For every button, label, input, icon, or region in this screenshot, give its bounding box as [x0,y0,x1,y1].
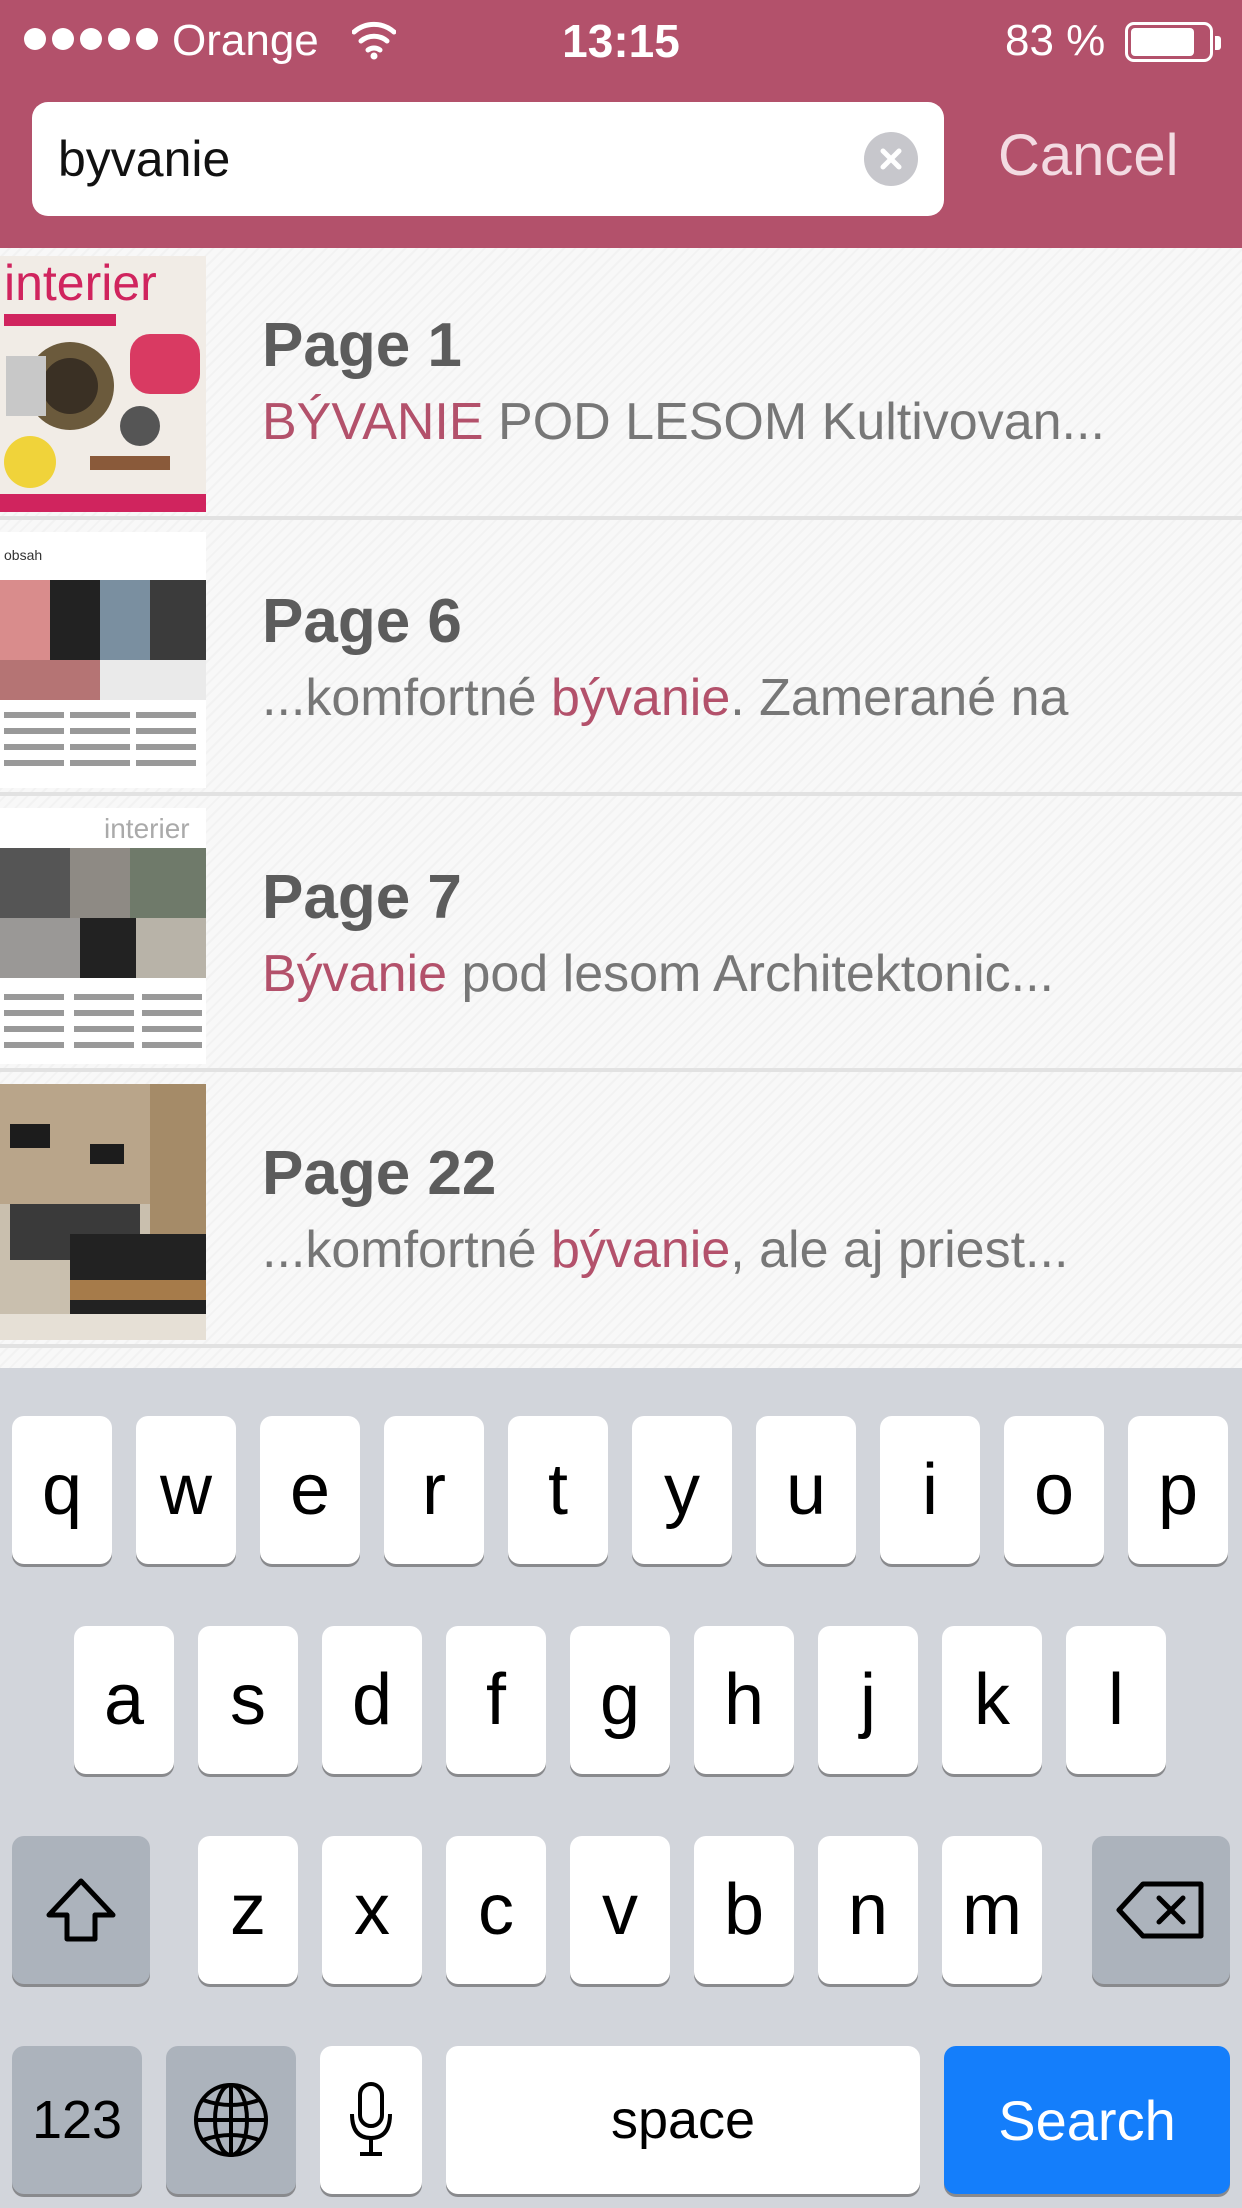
key-o[interactable]: o [1004,1416,1104,1564]
numbers-key[interactable]: 123 [12,2046,142,2194]
result-snippet: ...komfortné bývanie, ale aj priest... [262,1221,1069,1279]
key-p[interactable]: p [1128,1416,1228,1564]
key-w[interactable]: w [136,1416,236,1564]
key-m[interactable]: m [942,1836,1042,1984]
space-key[interactable]: space [446,2046,920,2194]
snippet-match: bývanie [551,669,731,727]
backspace-icon[interactable] [1092,1836,1230,1984]
search-header: Orange 13:15 83 % Cancel [0,0,1242,248]
key-s[interactable]: s [198,1626,298,1774]
obsah-page-thumbnail: obsah [0,532,206,788]
result-page-title: Page 6 [262,587,462,656]
key-c[interactable]: c [446,1836,546,1984]
result-snippet: ...komfortné bývanie. Zamerané na [262,669,1069,727]
snippet-match: Bývanie [262,945,447,1003]
key-b[interactable]: b [694,1836,794,1984]
key-i[interactable]: i [880,1416,980,1564]
battery-icon [1125,22,1221,62]
key-n[interactable]: n [818,1836,918,1984]
key-r[interactable]: r [384,1416,484,1564]
key-l[interactable]: l [1066,1626,1166,1774]
search-results-list: interier Page 1 BÝVANIE POD LESOM Kultiv… [0,248,1242,1368]
microphone-icon[interactable] [320,2046,422,2194]
key-q[interactable]: q [12,1416,112,1564]
key-z[interactable]: z [198,1836,298,1984]
key-k[interactable]: k [942,1626,1042,1774]
status-bar: Orange 13:15 83 % [0,0,1242,80]
search-result-row[interactable]: Page 22 ...komfortné bývanie, ale aj pri… [0,1076,1242,1348]
shift-icon[interactable] [12,1836,150,1984]
result-snippet: Bývanie pod lesom Architektonic... [262,945,1054,1003]
key-j[interactable]: j [818,1626,918,1774]
globe-icon[interactable] [166,2046,296,2194]
key-f[interactable]: f [446,1626,546,1774]
key-t[interactable]: t [508,1416,608,1564]
search-result-row[interactable]: obsah Page 6 ...komfortné bývanie. Zamer… [0,524,1242,796]
key-d[interactable]: d [322,1626,422,1774]
key-g[interactable]: g [570,1626,670,1774]
key-x[interactable]: x [322,1836,422,1984]
key-h[interactable]: h [694,1626,794,1774]
svg-text:interier: interier [4,256,157,311]
snippet-match: BÝVANIE [262,393,484,451]
result-page-title: Page 1 [262,311,462,380]
key-u[interactable]: u [756,1416,856,1564]
result-page-title: Page 22 [262,1139,497,1208]
clear-search-icon[interactable] [864,132,918,186]
key-y[interactable]: y [632,1416,732,1564]
key-e[interactable]: e [260,1416,360,1564]
result-page-title: Page 7 [262,863,462,932]
interier-spread-thumbnail: interier [0,808,206,1064]
svg-text:interier: interier [104,813,190,844]
interier-cover-thumbnail: interier [0,256,206,512]
snippet-match: bývanie [551,1221,731,1279]
interior-photo-thumbnail [0,1084,206,1340]
search-input[interactable] [58,102,858,216]
result-snippet: BÝVANIE POD LESOM Kultivovan... [262,393,1105,451]
onscreen-keyboard: q w e r t y u i o p a s d f g h j k l z … [0,1368,1242,2208]
key-v[interactable]: v [570,1836,670,1984]
battery-percentage: 83 % [1005,16,1106,65]
search-result-row[interactable]: interier Page 7 Bývanie pod lesom Archit… [0,800,1242,1072]
search-key[interactable]: Search [944,2046,1230,2194]
search-result-row[interactable]: interier Page 1 BÝVANIE POD LESOM Kultiv… [0,248,1242,520]
search-field[interactable] [32,102,944,216]
cancel-button[interactable]: Cancel [998,122,1179,189]
svg-text:obsah: obsah [4,547,42,563]
key-a[interactable]: a [74,1626,174,1774]
